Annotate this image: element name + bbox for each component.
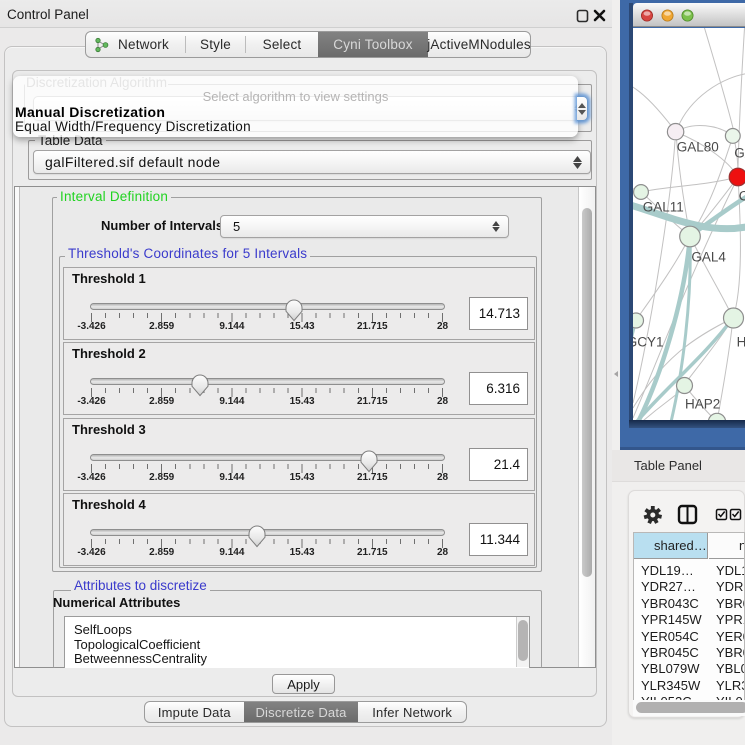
svg-text:HAP2: HAP2: [685, 397, 720, 412]
svg-text:GCY1: GCY1: [633, 335, 663, 350]
svg-text:GAL80: GAL80: [677, 140, 719, 155]
svg-text:GAL11: GAL11: [643, 200, 684, 215]
svg-text:C: C: [739, 189, 745, 204]
svg-text:GA: GA: [734, 146, 745, 161]
svg-text:H: H: [737, 335, 745, 350]
svg-text:GAL4: GAL4: [691, 250, 726, 265]
